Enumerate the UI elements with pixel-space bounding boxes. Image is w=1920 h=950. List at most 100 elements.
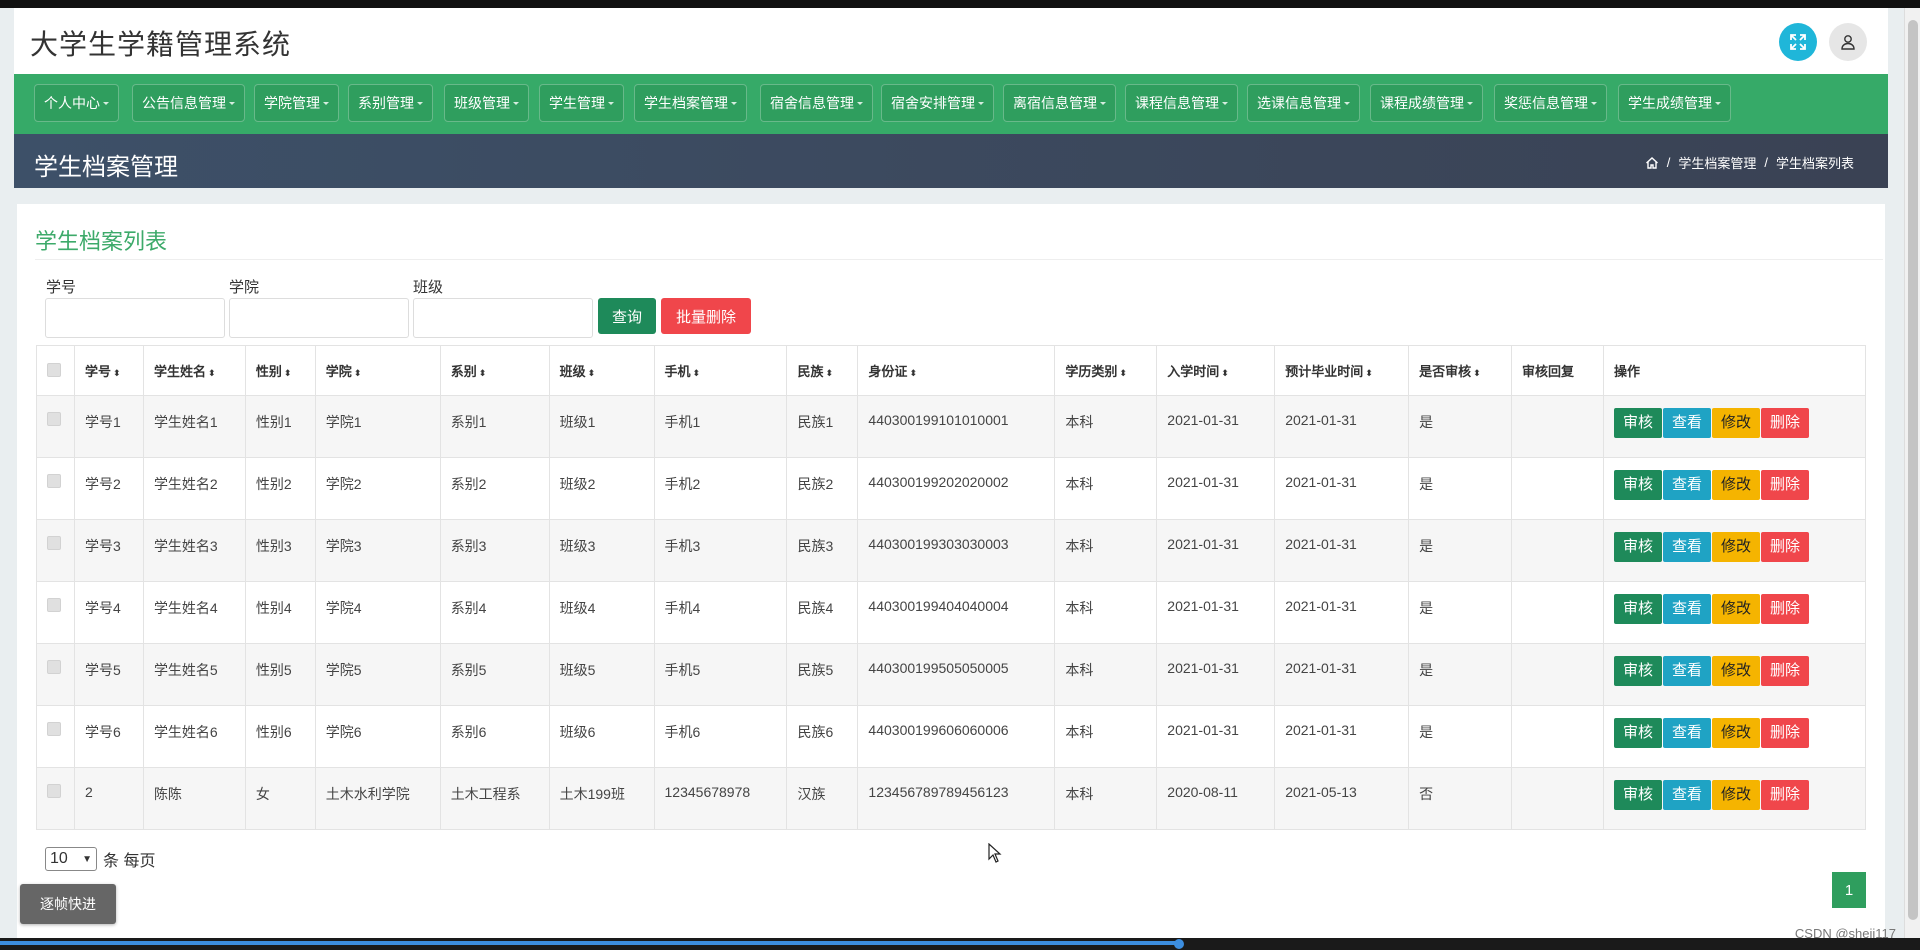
table-cell: 是 xyxy=(1408,457,1513,520)
table-cell: 系别4 xyxy=(439,581,550,644)
row-checkbox[interactable] xyxy=(47,660,61,674)
nav-item-personal-center[interactable]: 个人中心 xyxy=(34,84,119,122)
table-cell: 12345678978 xyxy=(653,767,788,830)
delete-button[interactable]: 删除 xyxy=(1760,470,1809,500)
row-select-cell xyxy=(36,581,75,644)
caret-down-icon xyxy=(1222,101,1228,105)
column-header[interactable]: 手机 ⬍ xyxy=(653,345,788,396)
edit-button[interactable]: 修改 xyxy=(1711,408,1760,438)
main-nav: 个人中心 公告信息管理 学院管理 系别管理 班级管理 学生管理 学生档案管理 宿… xyxy=(14,74,1888,134)
table-row: 学号4 学生姓名4 性别4 学院4 系别4 班级4 手机4 民族4 44030019940404… xyxy=(36,581,1867,644)
column-header[interactable]: 身份证 ⬍ xyxy=(857,345,1056,396)
nav-item-dorm-arrangement[interactable]: 宿舍安排管理 xyxy=(881,84,994,122)
edit-button[interactable]: 修改 xyxy=(1711,470,1760,500)
video-progress-bar[interactable] xyxy=(0,938,1920,950)
home-icon[interactable] xyxy=(1645,156,1659,170)
progress-knob[interactable] xyxy=(1174,939,1184,949)
column-header[interactable]: 预计毕业时间 ⬍ xyxy=(1274,345,1410,396)
edit-button[interactable]: 修改 xyxy=(1711,594,1760,624)
scrollbar-thumb[interactable] xyxy=(1908,20,1918,920)
page-size-select[interactable]: 10 ▼ xyxy=(45,847,97,871)
edit-button[interactable]: 修改 xyxy=(1711,780,1760,810)
vertical-scrollbar[interactable] xyxy=(1904,8,1920,938)
audit-button[interactable]: 审核 xyxy=(1613,594,1662,624)
delete-button[interactable]: 删除 xyxy=(1760,656,1809,686)
nav-item-leave-dorm[interactable]: 离宿信息管理 xyxy=(1003,84,1116,122)
column-label: 审核回复 xyxy=(1522,364,1575,379)
filter-label-class: 班级 xyxy=(413,279,444,296)
expand-arrows-icon xyxy=(1790,34,1806,50)
archive-table: 学号 ⬍ 学生姓名 ⬍ 性别 ⬍ 学院 ⬍ 系别 ⬍ 班级 ⬍ 手机 ⬍ 民族 ⬍ 身份证 ⬍ 学… xyxy=(36,345,1867,830)
table-cell: 本科 xyxy=(1054,395,1158,458)
caret-down-icon xyxy=(978,101,984,105)
row-checkbox[interactable] xyxy=(47,598,61,612)
delete-button[interactable]: 删除 xyxy=(1760,780,1809,810)
delete-button[interactable]: 删除 xyxy=(1760,408,1809,438)
audit-button[interactable]: 审核 xyxy=(1613,408,1662,438)
view-button[interactable]: 查看 xyxy=(1662,780,1711,810)
column-header[interactable]: 性别 ⬍ xyxy=(244,345,316,396)
nav-item-course-info[interactable]: 课程信息管理 xyxy=(1125,84,1238,122)
frame-fast-forward-button[interactable]: 逐帧快进 xyxy=(20,884,116,924)
nav-item-course-grades[interactable]: 课程成绩管理 xyxy=(1370,84,1483,122)
view-button[interactable]: 查看 xyxy=(1662,470,1711,500)
user-menu-button[interactable] xyxy=(1829,23,1867,61)
view-button[interactable]: 查看 xyxy=(1662,532,1711,562)
nav-item-rewards-punishments[interactable]: 奖惩信息管理 xyxy=(1494,84,1607,122)
edit-button[interactable]: 修改 xyxy=(1711,656,1760,686)
caret-down-icon xyxy=(1344,101,1350,105)
column-label: 身份证 xyxy=(868,364,908,379)
edit-button[interactable]: 修改 xyxy=(1711,718,1760,748)
nav-item-class[interactable]: 班级管理 xyxy=(444,84,529,122)
delete-button[interactable]: 删除 xyxy=(1760,718,1809,748)
column-header[interactable]: 学院 ⬍ xyxy=(314,345,441,396)
nav-item-student-grades[interactable]: 学生成绩管理 xyxy=(1618,84,1731,122)
delete-button[interactable]: 删除 xyxy=(1760,532,1809,562)
table-cell: 手机5 xyxy=(653,643,788,706)
column-header[interactable]: 班级 ⬍ xyxy=(548,345,655,396)
audit-button[interactable]: 审核 xyxy=(1613,532,1662,562)
college-input[interactable] xyxy=(229,298,409,338)
view-button[interactable]: 查看 xyxy=(1662,594,1711,624)
view-button[interactable]: 查看 xyxy=(1662,656,1711,686)
select-all-checkbox[interactable] xyxy=(47,363,61,377)
audit-button[interactable]: 审核 xyxy=(1613,470,1662,500)
view-button[interactable]: 查看 xyxy=(1662,718,1711,748)
nav-item-dorm-info[interactable]: 宿舍信息管理 xyxy=(760,84,873,122)
row-actions: 审核 查看 修改 删除 xyxy=(1602,705,1867,768)
class-input[interactable] xyxy=(413,298,593,338)
column-header[interactable]: 学历类别 ⬍ xyxy=(1054,345,1158,396)
batch-delete-button[interactable]: 批量删除 xyxy=(661,298,751,334)
view-button[interactable]: 查看 xyxy=(1662,408,1711,438)
column-header[interactable]: 民族 ⬍ xyxy=(786,345,859,396)
column-header[interactable]: 学生姓名 ⬍ xyxy=(142,345,246,396)
audit-button[interactable]: 审核 xyxy=(1613,656,1662,686)
nav-item-student[interactable]: 学生管理 xyxy=(539,84,624,122)
column-header[interactable]: 入学时间 ⬍ xyxy=(1156,345,1276,396)
delete-button[interactable]: 删除 xyxy=(1760,594,1809,624)
table-cell: 2021-01-31 xyxy=(1274,519,1410,582)
student-no-input[interactable] xyxy=(45,298,225,338)
row-checkbox[interactable] xyxy=(47,412,61,426)
table-cell: 手机3 xyxy=(653,519,788,582)
pagination-page-1[interactable]: 1 xyxy=(1832,872,1866,908)
audit-button[interactable]: 审核 xyxy=(1613,718,1662,748)
nav-item-student-archive[interactable]: 学生档案管理 xyxy=(634,84,747,122)
nav-item-course-selection[interactable]: 选课信息管理 xyxy=(1247,84,1360,122)
row-checkbox[interactable] xyxy=(47,784,61,798)
edit-button[interactable]: 修改 xyxy=(1711,532,1760,562)
row-checkbox[interactable] xyxy=(47,722,61,736)
column-label: 学生姓名 xyxy=(153,364,206,379)
column-header[interactable]: 系别 ⬍ xyxy=(439,345,550,396)
nav-item-college[interactable]: 学院管理 xyxy=(254,84,339,122)
query-button[interactable]: 查询 xyxy=(598,298,656,334)
row-checkbox[interactable] xyxy=(47,536,61,550)
column-header[interactable]: 学号 ⬍ xyxy=(73,345,144,396)
column-header[interactable]: 是否审核 ⬍ xyxy=(1408,345,1513,396)
fullscreen-button[interactable] xyxy=(1779,23,1817,61)
nav-item-department[interactable]: 系别管理 xyxy=(348,84,433,122)
audit-button[interactable]: 审核 xyxy=(1613,780,1662,810)
nav-item-notice[interactable]: 公告信息管理 xyxy=(132,84,245,122)
row-checkbox[interactable] xyxy=(47,474,61,488)
breadcrumb-item-archive[interactable]: 学生档案管理 xyxy=(1678,153,1756,172)
